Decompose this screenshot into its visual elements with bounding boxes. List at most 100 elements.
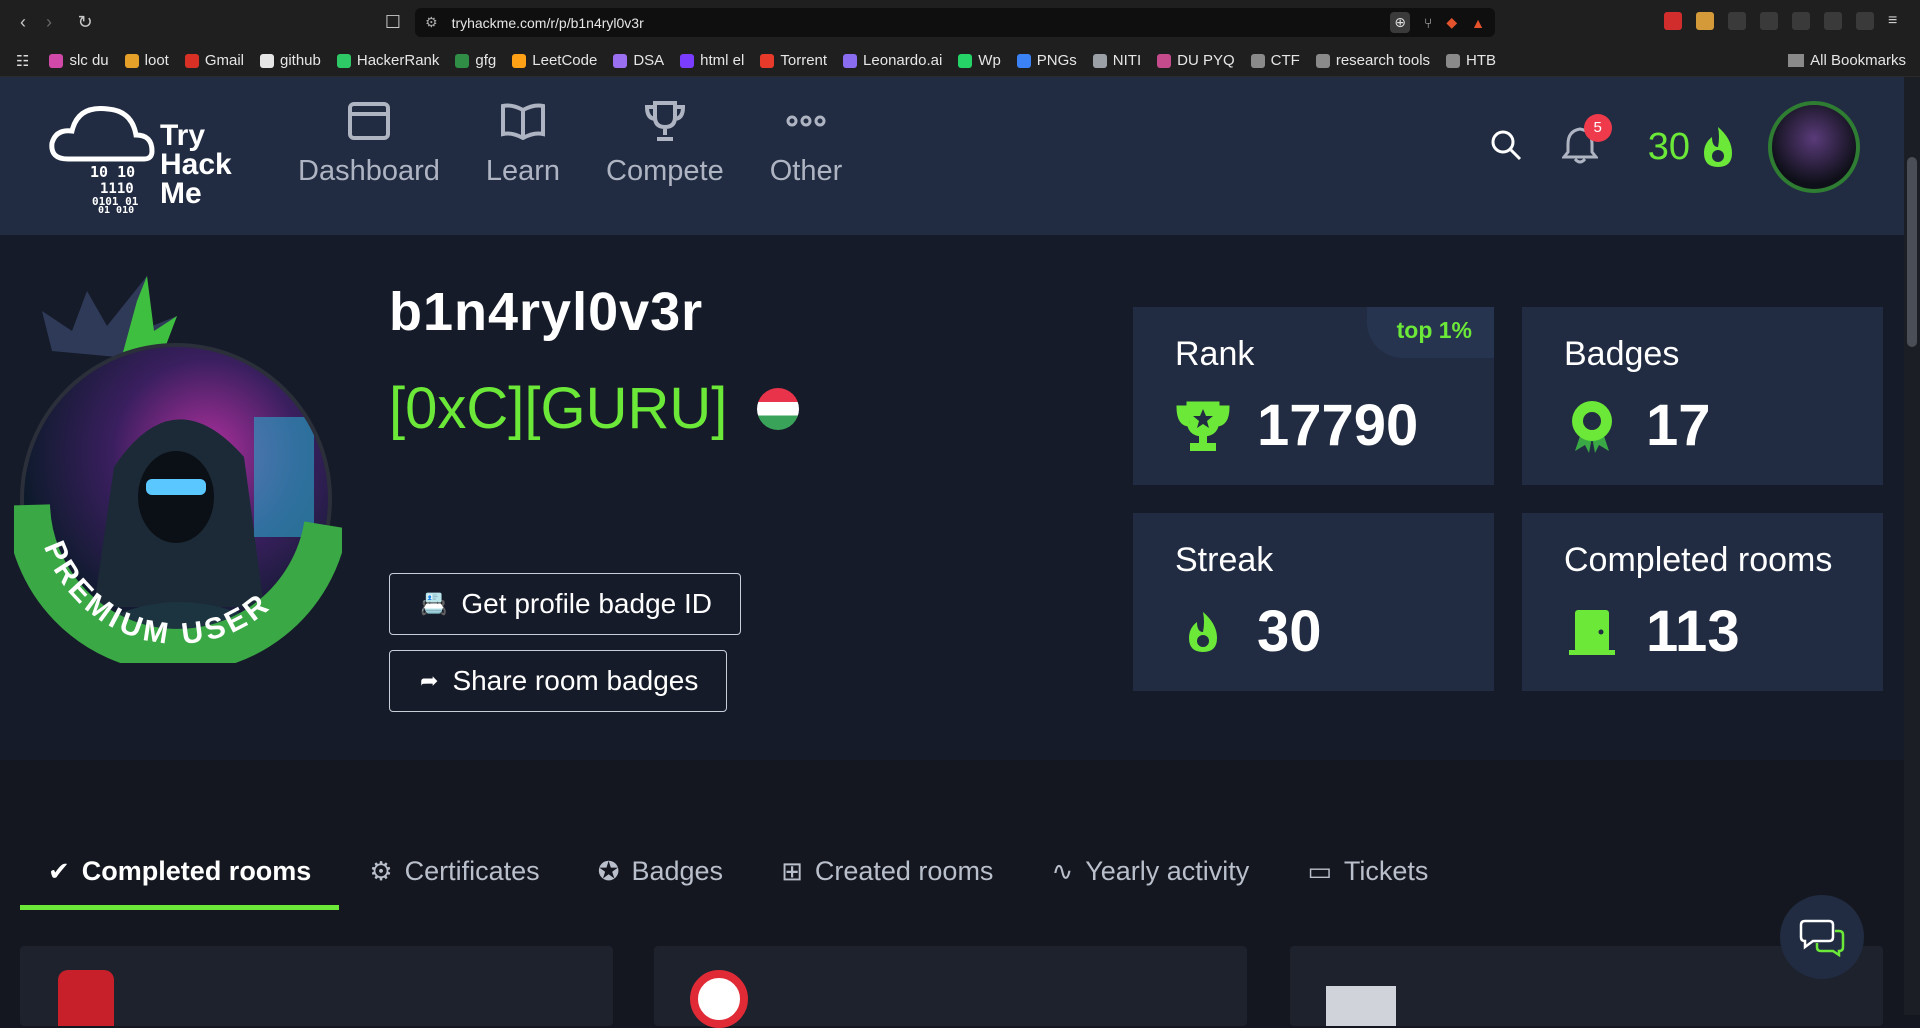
tab-completed-rooms-label: Completed rooms [81,855,312,886]
door-icon [1564,604,1620,660]
apps-grid-icon[interactable]: ☷ [16,52,29,70]
nav-compete[interactable]: Compete [606,97,724,188]
bookmark-favicon-icon [760,53,775,68]
bookmark-item[interactable]: loot [124,52,169,69]
bookmark-item[interactable]: github [260,52,321,69]
download-icon[interactable] [1760,12,1778,30]
bookmark-item[interactable]: CTF [1250,52,1300,69]
nav-compete-label: Compete [606,155,724,187]
share-room-badges-button[interactable]: ➦ Share room badges [389,650,728,712]
get-profile-badge-id-button[interactable]: 📇 Get profile badge ID [389,573,741,635]
bookmark-item[interactable]: slc du [49,52,109,69]
svg-text:10 10: 10 10 [90,163,135,181]
bookmark-label: PNGs [1036,52,1077,69]
streak-card: Streak 30 [1133,513,1494,691]
bookmark-label: github [280,52,321,69]
tab-badges-label: Badges [631,855,724,886]
brave-rewards-icon[interactable]: ▲ [1471,15,1485,31]
extension-icon[interactable] [1664,12,1682,30]
nav-dashboard[interactable]: Dashboard [298,97,440,188]
bookmark-favicon-icon [260,53,274,68]
bookmark-item[interactable]: LeetCode [512,52,597,69]
reload-icon[interactable]: ↻ [72,10,98,36]
profile-tabs-area: ✔︎ Completed rooms ⚙ Certificates ✪ Badg… [0,760,1920,1028]
check-circle-icon: ✔︎ [48,855,70,886]
site-info-icon[interactable]: ⚙ [425,14,438,31]
extensions-puzzle-icon[interactable] [1728,12,1746,30]
bookmark-item[interactable]: HackerRank [336,52,439,69]
room-card[interactable] [654,946,1247,1028]
bookmark-favicon-icon [613,53,628,68]
profile-tabs: ✔︎ Completed rooms ⚙ Certificates ✪ Badg… [20,840,1458,910]
room-card[interactable] [20,946,613,1026]
bookmark-item[interactable]: Torrent [760,52,827,69]
bookmark-label: research tools [1335,52,1431,69]
tab-badges[interactable]: ✪ Badges [570,840,751,902]
bookmark-favicon-icon [512,53,527,68]
room-thumbnail [58,970,114,1026]
tab-yearly-activity[interactable]: ∿ Yearly activity [1023,840,1277,902]
menu-icon[interactable]: ≡ [1888,12,1906,30]
streak-value: 30 [1257,599,1322,664]
bookmark-item[interactable]: research tools [1315,52,1431,69]
tab-created-rooms[interactable]: ⊞ Created rooms [753,840,1021,902]
user-avatar[interactable] [1768,101,1860,193]
main-nav: Dashboard Learn Compete Other [298,97,842,188]
brave-shield-icon[interactable]: ◆ [1446,14,1457,31]
wallet-icon[interactable] [1824,12,1842,30]
bookmark-item[interactable]: html el [680,52,744,69]
bookmark-page-icon[interactable]: ☐ [380,10,406,36]
address-bar[interactable]: ⚙ tryhackme.com/r/p/b1n4ryl0v3r ⊕ ⑂ ◆ ▲ [415,8,1495,37]
tab-certificates[interactable]: ⚙ Certificates [341,840,567,902]
all-bookmarks[interactable]: All Bookmarks [1788,52,1906,69]
room-thumbnail [1326,986,1396,1026]
bookmark-label: Torrent [780,52,828,69]
leo-ai-icon[interactable] [1856,12,1874,30]
logo-text-hack: Hack [160,148,232,181]
badge-rosette-icon [1564,398,1620,454]
bookmark-item[interactable]: gfg [455,52,496,69]
notifications-button[interactable]: 5 [1560,113,1612,169]
share-icon[interactable]: ⑂ [1424,15,1432,31]
scrollbar-thumb[interactable] [1907,157,1917,347]
bookmark-item[interactable]: Wp [958,52,1001,69]
bookmark-item[interactable]: DU PYQ [1157,52,1235,69]
share-room-badges-label: Share room badges [452,665,699,696]
search-icon[interactable] [1490,129,1522,166]
zoom-icon[interactable]: ⊕ [1390,12,1410,33]
bookmark-favicon-icon [1092,53,1107,68]
browser-toolbar: ‹ › ↻ ☐ ⚙ tryhackme.com/r/p/b1n4ryl0v3r … [0,0,1920,45]
extension-icon[interactable] [1696,12,1714,30]
forward-icon[interactable]: › [36,10,62,36]
bookmark-item[interactable]: Gmail [184,52,244,69]
tryhackme-logo[interactable]: 10 10 1110 0101 01 01 010 Try Hack Me [48,99,248,216]
badges-label: Badges [1564,335,1680,373]
completed-rooms-label: Completed rooms [1564,541,1833,579]
header-streak-count: 30 [1647,125,1690,168]
bookmark-item[interactable]: NITI [1092,52,1141,69]
nav-learn[interactable]: Learn [486,97,560,188]
site-header: 10 10 1110 0101 01 01 010 Try Hack Me Da… [0,77,1920,235]
nav-other[interactable]: Other [770,97,842,188]
bookmark-item[interactable]: DSA [613,52,664,69]
back-icon[interactable]: ‹ [10,10,36,36]
tab-tickets[interactable]: ▭ Tickets [1279,840,1456,902]
completed-rooms-value: 113 [1646,599,1740,664]
bookmarks-bar: ☷ slc du loot Gmail github HackerRank gfg Leet… [0,45,1920,77]
tab-completed-rooms[interactable]: ✔︎ Completed rooms [20,840,340,910]
dashboard-icon [345,97,393,145]
bookmark-item[interactable]: Leonardo.ai [843,52,942,69]
target-icon [690,970,748,1028]
header-streak[interactable]: 30 [1648,125,1738,169]
logo-text-try: Try [160,119,206,152]
bookmark-item[interactable]: HTB [1446,52,1496,69]
tab-yearly-activity-label: Yearly activity [1085,855,1250,886]
sidebar-icon[interactable] [1792,12,1810,30]
grid-plus-icon: ⊞ [781,855,803,886]
page-scrollbar[interactable] [1904,77,1920,1015]
bookmark-favicon-icon [680,53,695,68]
completed-rooms-card: Completed rooms 113 [1522,513,1883,691]
bookmark-label: Leonardo.ai [863,52,943,69]
chat-button[interactable] [1780,895,1864,979]
bookmark-item[interactable]: PNGs [1016,52,1077,69]
